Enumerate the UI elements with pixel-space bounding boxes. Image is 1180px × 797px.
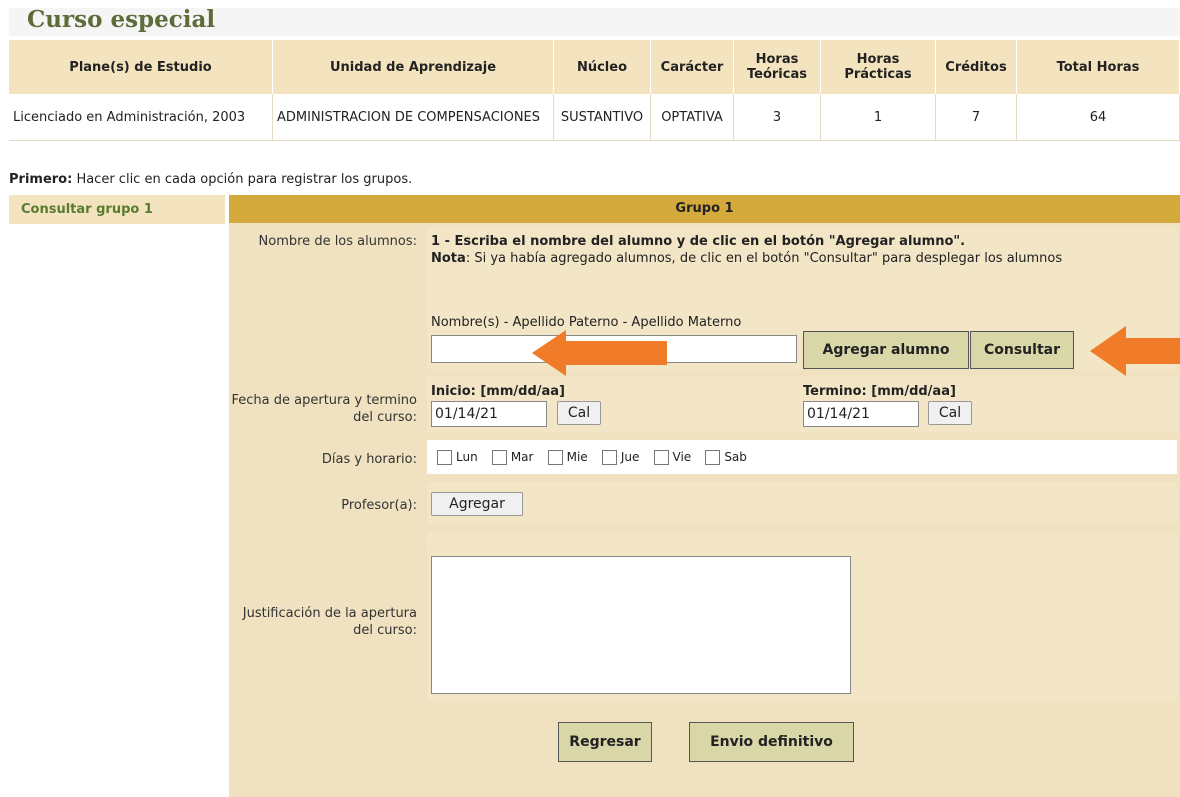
day-label: Lun [456,450,478,464]
hint-bold: Primero: [9,172,73,187]
table-cell: Licenciado en Administración, 2003 [9,94,273,141]
table-cell: 1 [820,94,936,141]
table-header-row: Plane(s) de Estudio Unidad de Aprendizaj… [9,40,1180,94]
checkbox-vie[interactable] [653,449,669,465]
spacer-cell [427,532,1177,550]
sidebar-item-consultar-grupo[interactable]: Consultar grupo 1 [9,195,225,224]
day-label: Mie [566,450,588,464]
col-header: Unidad de Aprendizaje [272,40,554,94]
page-title: Curso especial [27,6,216,33]
table-row: Licenciado en Administración, 2003 ADMIN… [9,94,1180,141]
checkbox-sab[interactable] [705,449,721,465]
table-cell: 3 [733,94,821,141]
table-cell: ADMINISTRACION DE COMPENSACIONES [272,94,554,141]
name-field-label: Nombre(s) - Apellido Paterno - Apellido … [431,315,742,330]
dias-label: Días y horario: [321,452,417,467]
end-cal-button[interactable]: Cal [928,401,972,425]
fechas-label: Fecha de apertura y termino del curso: [231,393,417,425]
table-cell: SUSTANTIVO [553,94,651,141]
panel-header: Grupo 1 [229,195,1180,223]
profesor-label: Profesor(a): [341,498,417,513]
table-cell: 7 [935,94,1017,141]
submit-final-button[interactable]: Envio definitivo [689,722,854,762]
alumnos-label: Nombre de los alumnos: [258,234,417,249]
days-cell: Lun Mar Mie Jue Vie Sab [427,440,1177,474]
end-date-input[interactable]: 01/14/21 [803,401,919,427]
alumnos-instruction: 1 - Escriba el nombre del alumno y de cl… [431,234,966,249]
checkbox-mie[interactable] [547,449,563,465]
instruction-hint: Primero: Hacer clic en cada opción para … [9,172,412,187]
col-header: Carácter [650,40,734,94]
start-date-input[interactable]: 01/14/21 [431,401,547,427]
col-header: Núcleo [553,40,651,94]
day-label: Jue [620,450,640,464]
back-button[interactable]: Regresar [558,722,652,762]
day-label: Sab [724,450,747,464]
justificacion-cell [427,551,1177,701]
justification-textarea[interactable] [431,556,851,694]
hint-text: Hacer clic en cada opción para registrar… [72,172,413,187]
start-date-label: Inicio: [mm/dd/aa] [431,384,565,399]
query-button[interactable]: Consultar [970,331,1074,369]
col-header: Horas Teóricas [733,40,821,94]
fechas-cell: Inicio: [mm/dd/aa] 01/14/21 Cal Termino:… [427,376,1177,432]
end-date-label: Termino: [mm/dd/aa] [803,384,956,399]
day-label: Mar [510,450,534,464]
start-cal-button[interactable]: Cal [557,401,601,425]
checkbox-mar[interactable] [491,449,507,465]
left-arrow-icon [532,330,667,376]
checkbox-lun[interactable] [437,449,452,465]
note-text: : Si ya había agregado alumnos, de clic … [465,251,1063,266]
checkbox-jue[interactable] [601,449,617,465]
table-cell: OPTATIVA [650,94,734,141]
col-header: Créditos [935,40,1017,94]
left-arrow-icon [1090,326,1180,376]
table-cell: 64 [1016,94,1180,141]
group-panel: Grupo 1 Nombre de los alumnos: 1 - Escri… [229,195,1180,797]
course-info-table: Plane(s) de Estudio Unidad de Aprendizaj… [9,40,1180,141]
add-student-button[interactable]: Agregar alumno [803,331,969,369]
day-label: Vie [672,450,692,464]
note-bold: Nota [431,251,466,266]
col-header: Total Horas [1016,40,1180,94]
col-header: Plane(s) de Estudio [9,40,273,94]
justificacion-label: Justificación de la apertura del curso: [242,606,417,638]
profesor-cell: Agregar [427,482,1177,524]
col-header: Horas Prácticas [820,40,936,94]
add-professor-button[interactable]: Agregar [431,492,523,516]
